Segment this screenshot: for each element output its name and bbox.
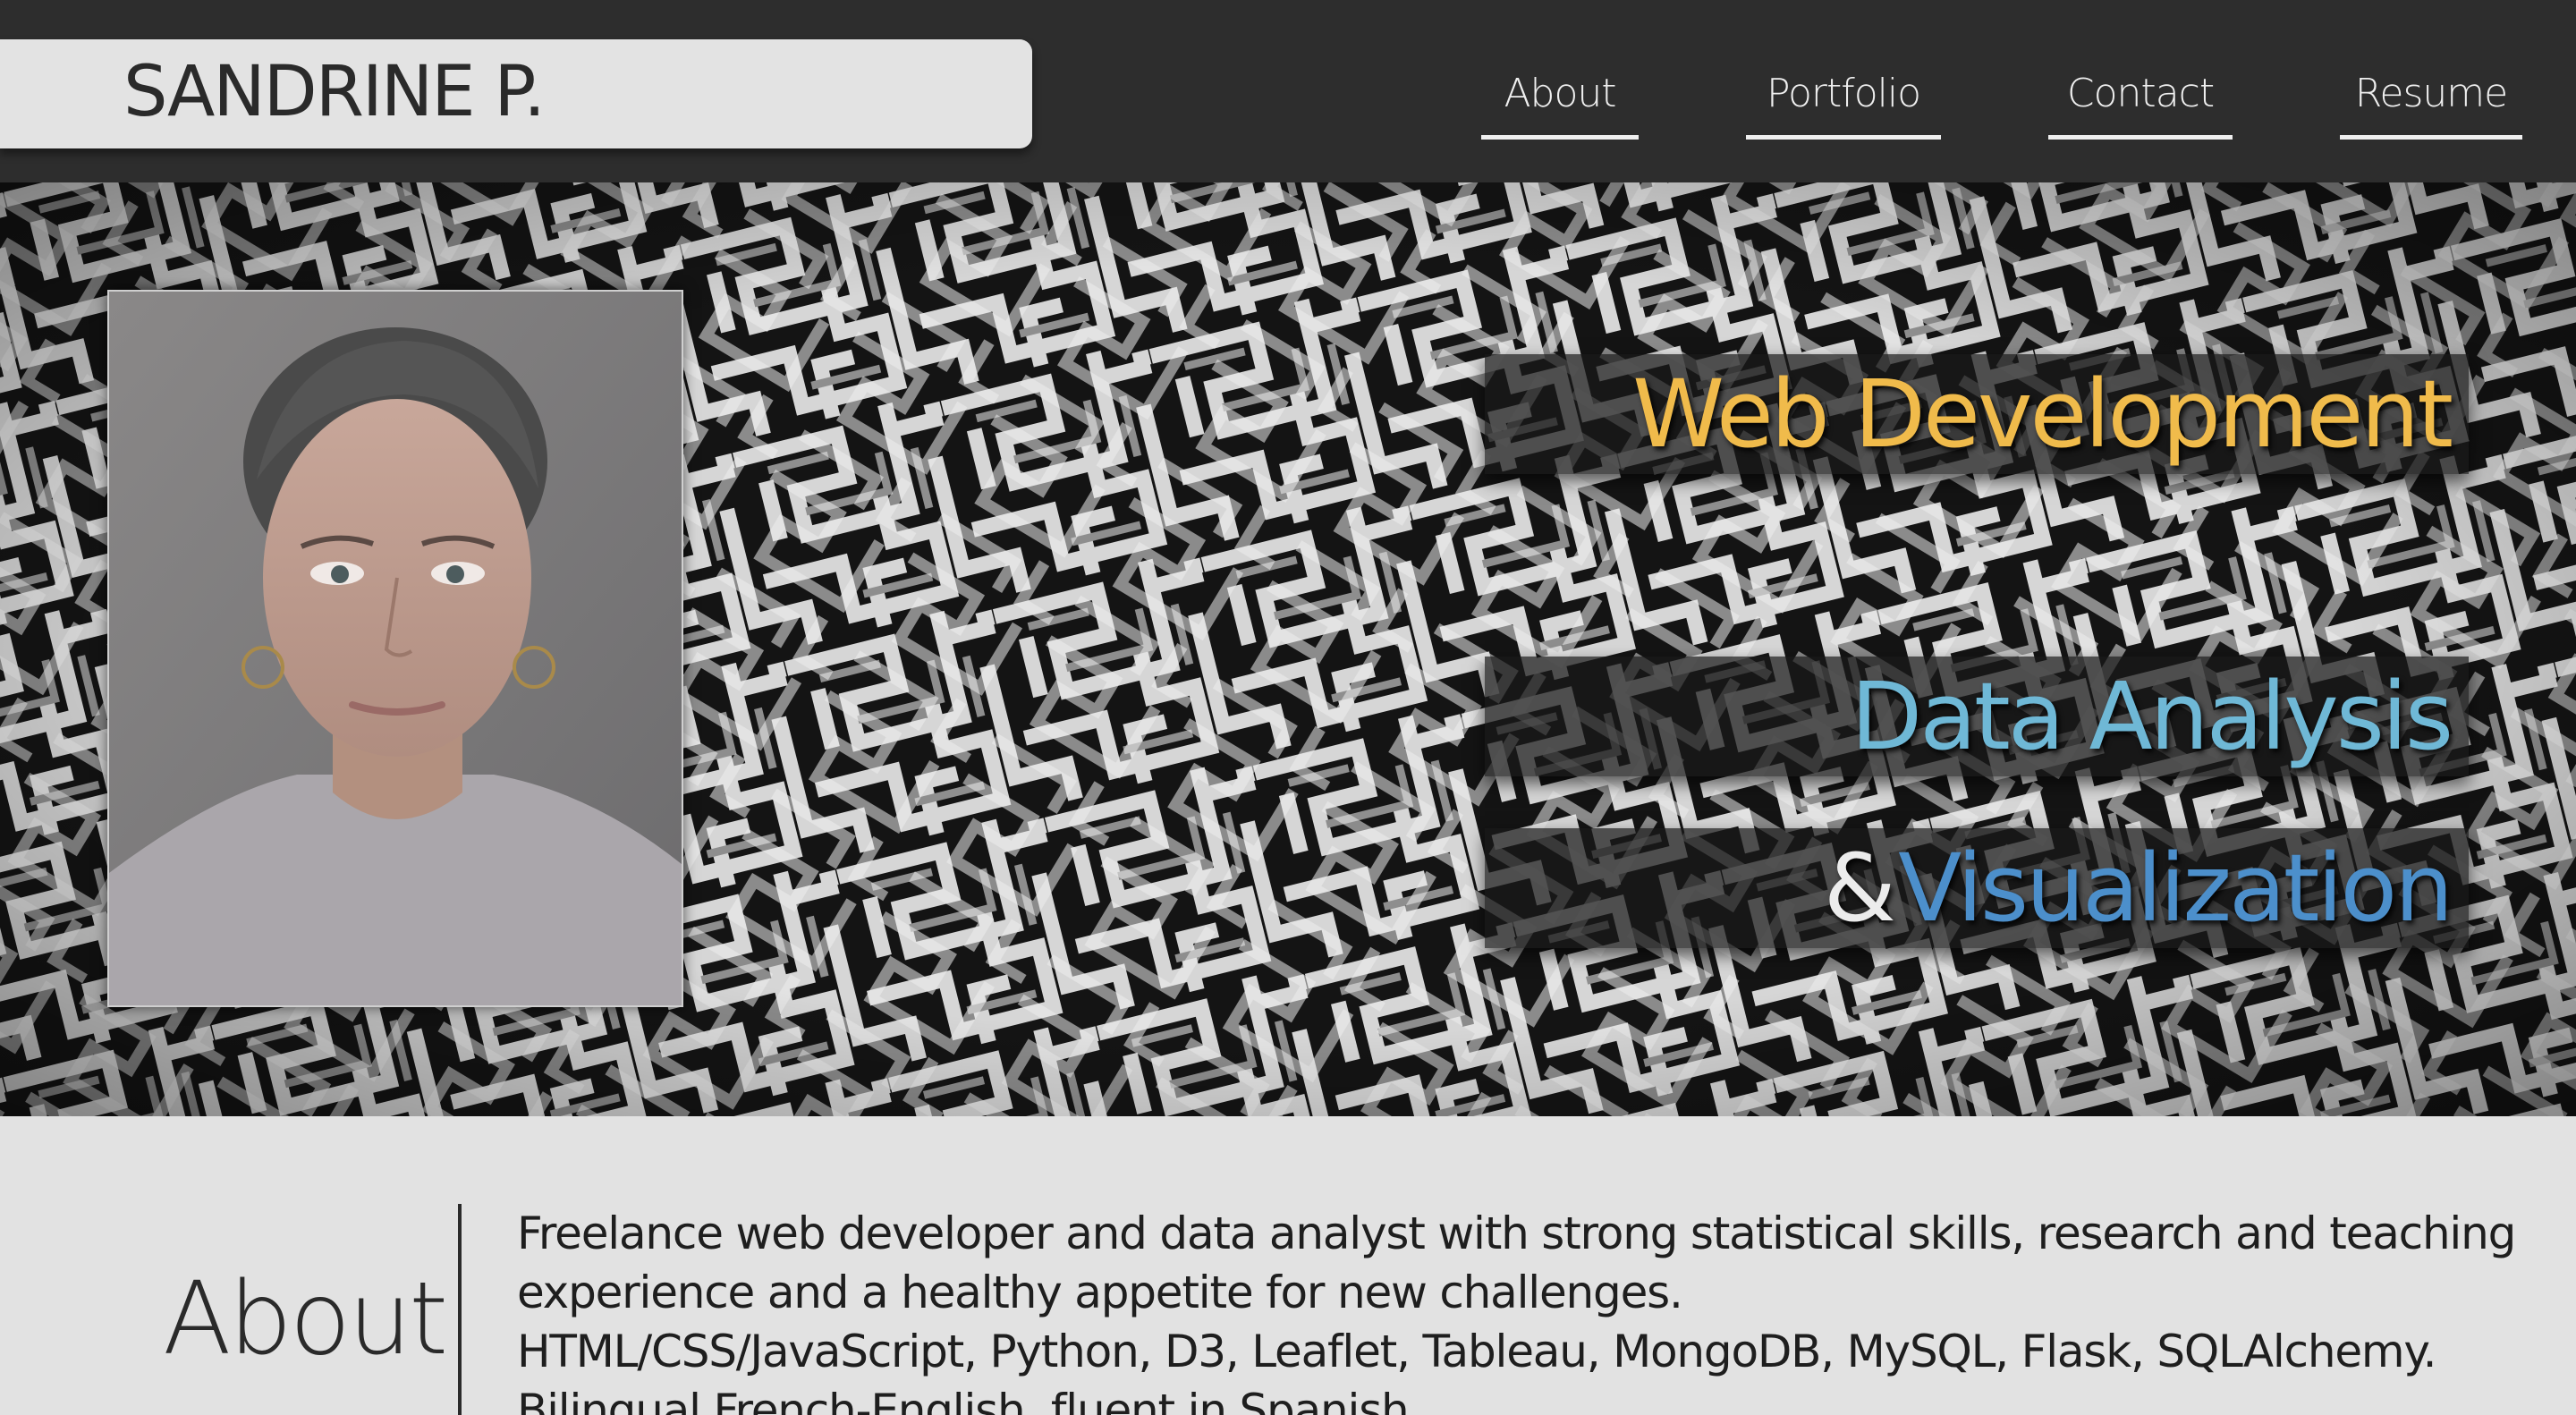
tagline-text: Data Analysis — [1851, 662, 2453, 771]
nav-underline — [2048, 135, 2233, 140]
nav-label: About — [1504, 71, 1616, 116]
portrait-illustration — [109, 292, 682, 1005]
about-line: Bilingual French-English, fluent in Span… — [517, 1385, 1422, 1415]
tagline-text: Web Development — [1632, 360, 2453, 469]
nav-item-resume[interactable]: Resume — [2340, 63, 2522, 140]
nav-label: Contact — [2066, 71, 2215, 116]
nav-label: Portfolio — [1766, 71, 1921, 116]
brand-name[interactable]: SANDRINE P. — [123, 52, 546, 132]
top-navbar: SANDRINE P. About Portfolio Contact Resu… — [0, 0, 2576, 182]
nav-underline — [1746, 135, 1941, 140]
nav-item-about[interactable]: About — [1481, 63, 1639, 140]
profile-photo — [107, 290, 683, 1007]
tagline-web-development: Web Development — [1485, 354, 2469, 474]
about-divider — [458, 1204, 462, 1415]
nav-underline — [1481, 135, 1639, 140]
about-line: experience and a healthy appetite for ne… — [517, 1267, 1683, 1318]
nav-label: Resume — [2354, 71, 2508, 116]
nav-item-portfolio[interactable]: Portfolio — [1746, 63, 1941, 140]
tagline-data-analysis: Data Analysis — [1485, 657, 2469, 776]
tagline-ampersand: & — [1823, 834, 1896, 943]
nav-underline — [2340, 135, 2522, 140]
about-line: HTML/CSS/JavaScript, Python, D3, Leaflet… — [517, 1326, 2437, 1377]
about-description: Freelance web developer and data analyst… — [517, 1204, 2521, 1415]
nav-item-contact[interactable]: Contact — [2048, 63, 2233, 140]
about-line: Freelance web developer and data analyst… — [517, 1207, 2516, 1259]
about-heading: About — [163, 1261, 448, 1377]
tagline-visualization: & Visualization — [1485, 828, 2469, 948]
hero-banner: Web Development Data Analysis & Visualiz… — [0, 182, 2576, 1116]
tagline-text: Visualization — [1898, 834, 2453, 943]
